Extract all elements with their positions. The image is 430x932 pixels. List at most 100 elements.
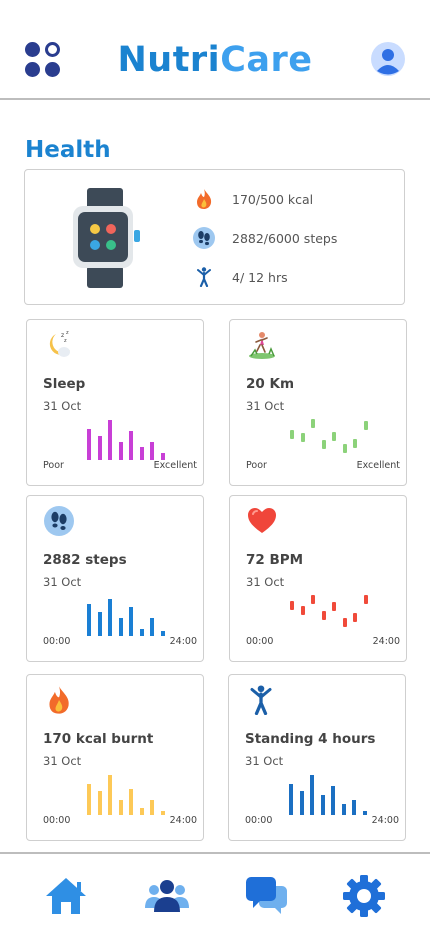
card-title: Sleep xyxy=(43,376,86,392)
standing-bar xyxy=(320,795,325,815)
app-header: NutriCare xyxy=(0,0,430,100)
chart-left-label: 00:00 xyxy=(43,636,71,647)
standing-bar xyxy=(289,784,293,815)
runner-icon xyxy=(247,330,277,360)
calories-bar xyxy=(150,800,154,815)
steps-bar xyxy=(87,604,91,636)
calories-bar xyxy=(87,784,91,815)
calories-bar xyxy=(108,775,112,815)
card-title: 2882 steps xyxy=(43,552,127,568)
distance-bar xyxy=(363,421,368,430)
chart-left-label: 00:00 xyxy=(245,815,273,826)
card-date: 31 Oct xyxy=(246,399,285,413)
sleep-bar xyxy=(139,447,144,460)
calories-bar xyxy=(139,808,144,815)
settings-gear-icon[interactable] xyxy=(342,874,386,918)
sleep-bar xyxy=(129,431,133,460)
card-date: 31 Oct xyxy=(245,754,284,768)
steps-bar xyxy=(108,599,112,636)
svg-text:z: z xyxy=(64,338,67,344)
card-date: 31 Oct xyxy=(43,399,82,413)
stat-calories: 170/500 kcal xyxy=(193,188,313,210)
calories-bar xyxy=(160,811,165,815)
card-title: 170 kcal burnt xyxy=(43,731,154,747)
chart-right-label: Excellent xyxy=(153,460,197,471)
steps-chart xyxy=(87,592,177,636)
card-date: 31 Oct xyxy=(246,575,285,589)
brand-part2: Care xyxy=(220,40,313,80)
distance-chart xyxy=(290,416,380,460)
steps-bar xyxy=(118,618,123,636)
distance-bar xyxy=(353,439,357,448)
chart-right-label: 24:00 xyxy=(371,815,399,826)
chart-left-label: 00:00 xyxy=(246,636,274,647)
community-icon[interactable] xyxy=(145,874,189,918)
calories-bar xyxy=(118,800,123,815)
heart-bar xyxy=(332,602,336,611)
standing-chart xyxy=(289,771,379,815)
card-date: 31 Oct xyxy=(43,754,82,768)
bottom-navigation xyxy=(0,852,430,932)
chart-right-label: 24:00 xyxy=(169,636,197,647)
brand-part1: Nutri xyxy=(117,40,221,80)
heart-bar xyxy=(321,611,326,620)
stat-steps-text: 2882/6000 steps xyxy=(232,230,338,246)
chart-left-label: 00:00 xyxy=(43,815,71,826)
heart-bar xyxy=(300,606,305,615)
steps-card[interactable]: 2882 steps 31 Oct 00:00 24:00 xyxy=(26,495,204,662)
heart-bar xyxy=(363,595,368,604)
calories-bar xyxy=(97,791,102,815)
sleep-card[interactable]: z z z Sleep 31 Oct Poor Excellent xyxy=(26,319,204,486)
user-avatar-icon[interactable] xyxy=(371,42,405,76)
footsteps-icon xyxy=(193,227,215,249)
chat-icon[interactable] xyxy=(245,874,289,918)
sleep-chart xyxy=(87,416,177,460)
calories-card[interactable]: 170 kcal burnt 31 Oct 00:00 24:00 xyxy=(26,674,204,841)
standing-person-icon xyxy=(246,685,276,716)
standing-bar xyxy=(299,791,304,815)
home-icon[interactable] xyxy=(44,874,88,918)
sleep-bar xyxy=(118,442,123,460)
calories-chart xyxy=(87,771,177,815)
steps-bar xyxy=(160,631,165,636)
moon-sleep-icon: z z z xyxy=(44,330,74,360)
distance-bar xyxy=(332,432,336,441)
standing-bar xyxy=(331,786,335,815)
health-summary-card[interactable]: 170/500 kcal 2882/6000 steps 4/ 12 hrs xyxy=(24,169,405,305)
distance-bar xyxy=(342,444,347,453)
sleep-bar xyxy=(87,429,91,460)
heart-bar xyxy=(342,618,347,627)
heart-rate-card[interactable]: 72 BPM 31 Oct 00:00 24:00 xyxy=(229,495,407,662)
standing-bar xyxy=(310,775,314,815)
stat-standing: 4/ 12 hrs xyxy=(193,266,288,288)
standing-bar xyxy=(362,811,367,815)
heart-bar xyxy=(290,601,294,610)
footsteps-icon xyxy=(44,506,74,536)
heart-icon xyxy=(247,506,277,536)
smartwatch-icon xyxy=(73,188,141,288)
standing-bar xyxy=(352,800,356,815)
distance-bar xyxy=(321,440,326,449)
heart-rate-chart xyxy=(290,592,380,636)
steps-bar xyxy=(129,607,133,636)
heart-bar xyxy=(311,595,315,604)
sleep-bar xyxy=(108,420,112,460)
steps-bar xyxy=(150,618,154,636)
steps-bar xyxy=(139,629,144,636)
chart-left-label: Poor xyxy=(246,460,267,471)
distance-card[interactable]: 20 Km 31 Oct Poor Excellent xyxy=(229,319,407,486)
card-title: Standing 4 hours xyxy=(245,731,376,747)
sleep-bar xyxy=(97,436,102,460)
card-title: 20 Km xyxy=(246,376,295,392)
card-title: 72 BPM xyxy=(246,552,304,568)
chart-right-label: 24:00 xyxy=(169,815,197,826)
section-title: Health xyxy=(25,137,111,163)
standing-bar xyxy=(341,804,346,815)
svg-text:z: z xyxy=(66,330,69,336)
distance-bar xyxy=(311,419,315,428)
chart-left-label: Poor xyxy=(43,460,64,471)
distance-bar xyxy=(290,430,294,439)
app-logo: NutriCare xyxy=(0,40,430,80)
chart-right-label: Excellent xyxy=(356,460,400,471)
standing-card[interactable]: Standing 4 hours 31 Oct 00:00 24:00 xyxy=(228,674,406,841)
